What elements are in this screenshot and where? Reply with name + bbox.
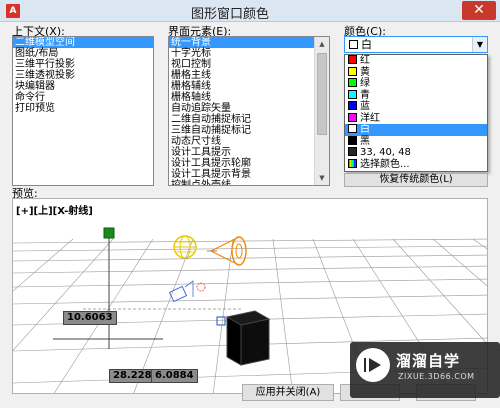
color-option-label: 黑 <box>360 135 370 147</box>
color-option[interactable]: 白 <box>345 124 487 136</box>
interface-element-item[interactable]: 控制点外壳线 <box>169 180 329 185</box>
color-option-label: 蓝 <box>360 101 370 112</box>
color-option[interactable]: 黄 <box>345 66 487 79</box>
viewport-label: [+][上][X-射线] <box>16 206 93 217</box>
color-swatch <box>348 78 357 87</box>
current-color-value: 白 <box>361 38 372 51</box>
color-option-label: 白 <box>360 124 370 135</box>
color-swatch <box>348 135 357 145</box>
color-swatch <box>348 101 357 110</box>
color-option-label: 青 <box>360 89 370 101</box>
color-option[interactable]: 洋红 <box>345 112 487 125</box>
color-combobox[interactable]: 白 ▼ <box>344 36 488 53</box>
scroll-up-arrow-icon[interactable]: ▲ <box>315 37 329 51</box>
grip-point-icon <box>103 227 115 239</box>
context-list-item[interactable]: 块编辑器 <box>13 81 153 92</box>
context-list-item[interactable]: 三维透视投影 <box>13 70 153 81</box>
interface-element-item[interactable]: 视口控制 <box>169 59 329 70</box>
context-list-item[interactable]: 命令行 <box>13 92 153 103</box>
interface-element-item[interactable]: 栅格辅线 <box>169 81 329 92</box>
interface-element-item[interactable]: 三维自动捕捉标记 <box>169 125 329 136</box>
watermark-title: 溜溜自学 <box>396 352 461 370</box>
color-option[interactable]: 蓝 <box>345 101 487 113</box>
color-swatch <box>348 124 357 133</box>
color-option[interactable]: 黑 <box>345 135 487 148</box>
close-button[interactable]: ✕ <box>462 1 496 20</box>
window-title: 图形窗口颜色 <box>190 7 269 22</box>
color-option-label: 绿 <box>360 78 370 89</box>
color-option-label: 黄 <box>360 66 370 78</box>
color-option-label: 红 <box>360 55 370 66</box>
light-bulb-icon <box>173 235 197 259</box>
title-bar: A 图形窗口颜色 ✕ <box>0 0 500 22</box>
interface-element-item[interactable]: 统一背景 <box>169 37 329 48</box>
black-cube <box>225 310 271 366</box>
color-wheel-icon <box>348 158 357 168</box>
dialog-body: 上下文(X): 二维模型空间 图纸/布局 三维平行投影 三维透视投影 块编辑器 命令行 打印… <box>0 22 500 408</box>
coordinate-readout-1: 10.6063 <box>63 311 117 325</box>
context-list-item[interactable]: 图纸/布局 <box>13 48 153 59</box>
context-list-item[interactable]: 打印预览 <box>13 103 153 114</box>
interface-element-item[interactable]: 设计工具提示 <box>169 147 329 158</box>
interface-element-listbox[interactable]: 统一背景 十字光标 视口控制 栅格主线 栅格辅线 栅格轴线 自动追踪矢量 二维自动捕捉标记 三维… <box>168 36 330 186</box>
interface-element-item[interactable]: 栅格主线 <box>169 70 329 81</box>
color-option[interactable]: 绿 <box>345 78 487 90</box>
coordinate-readout-3: 6.0884 <box>151 369 198 383</box>
interface-element-item[interactable]: 二维自动捕捉标记 <box>169 114 329 125</box>
scroll-down-arrow-icon[interactable]: ▼ <box>315 171 329 185</box>
color-option[interactable]: 选择颜色... <box>345 158 487 171</box>
color-option-label: 选择颜色... <box>360 158 410 170</box>
color-swatch <box>348 55 357 64</box>
scroll-thumb[interactable] <box>317 53 327 135</box>
current-color-swatch <box>349 40 358 49</box>
interface-element-item[interactable]: 设计工具提示轮廓 <box>169 158 329 169</box>
interface-element-item[interactable]: 自动追踪矢量 <box>169 103 329 114</box>
color-option[interactable]: 33, 40, 48 <box>345 147 487 159</box>
apply-and-close-button[interactable]: 应用并关闭(A) <box>242 384 334 401</box>
interface-element-item[interactable]: 栅格轴线 <box>169 92 329 103</box>
color-option[interactable]: 青 <box>345 89 487 102</box>
play-logo-icon <box>356 348 390 382</box>
watermark-subtitle: ZIXUE.3D66.COM <box>398 372 475 381</box>
restore-classic-colors-button[interactable]: 恢复传统颜色(L) <box>344 173 488 187</box>
context-listbox[interactable]: 二维模型空间 图纸/布局 三维平行投影 三维透视投影 块编辑器 命令行 打印预览 <box>12 36 154 186</box>
context-list-item[interactable]: 二维模型空间 <box>13 37 153 48</box>
interface-element-item[interactable]: 十字光标 <box>169 48 329 59</box>
interface-element-item[interactable]: 动态尺寸线 <box>169 136 329 147</box>
context-list-item[interactable]: 三维平行投影 <box>13 59 153 70</box>
color-swatch <box>348 66 357 76</box>
color-swatch <box>348 112 357 122</box>
interface-list-scrollbar[interactable]: ▲ ▼ <box>314 37 329 185</box>
chevron-down-icon[interactable]: ▼ <box>472 37 487 52</box>
color-swatch <box>348 89 357 99</box>
color-option-label: 洋红 <box>360 112 380 124</box>
watermark: 溜溜自学 ZIXUE.3D66.COM <box>350 342 500 398</box>
color-swatch <box>348 147 357 156</box>
color-dropdown-list[interactable]: 红黄绿青蓝洋红白黑 33, 40, 48 选择颜色... <box>344 54 488 172</box>
ucs-marker-icon <box>216 316 226 326</box>
color-option-label: 33, 40, 48 <box>360 147 411 158</box>
interface-element-item[interactable]: 设计工具提示背景 <box>169 169 329 180</box>
color-option[interactable]: 红 <box>345 55 487 67</box>
